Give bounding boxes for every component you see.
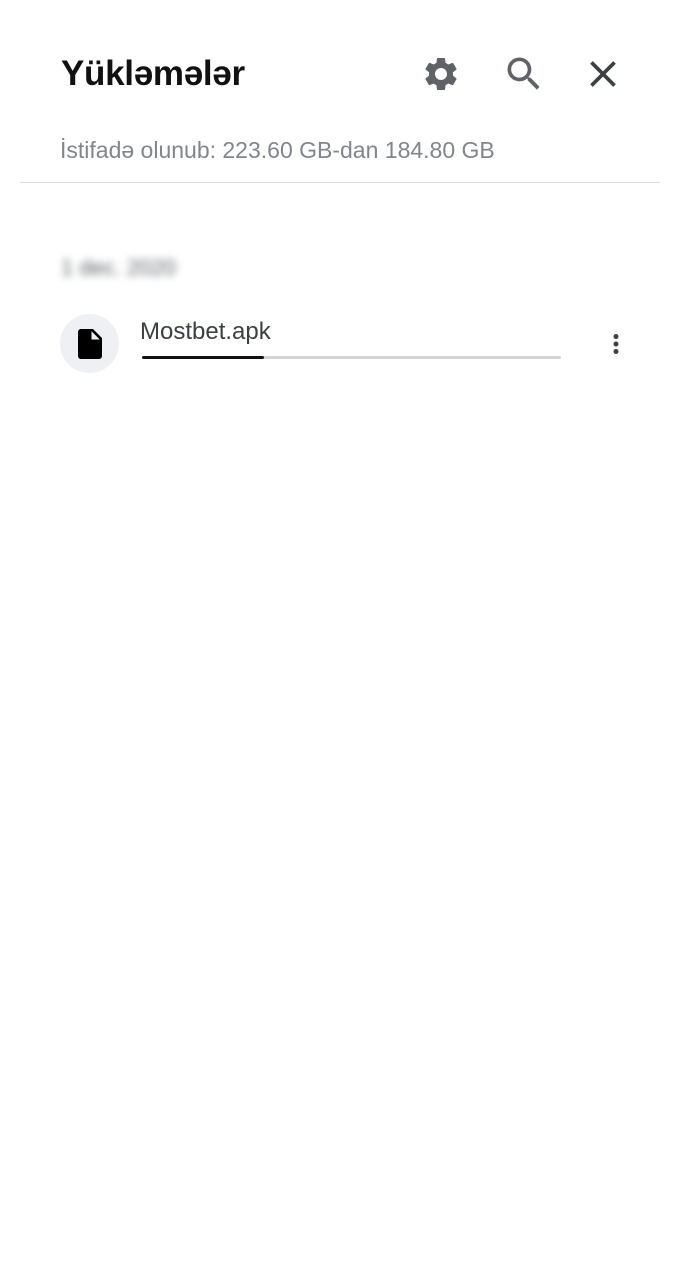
- search-button[interactable]: [498, 48, 550, 100]
- download-file-name: Mostbet.apk: [140, 318, 271, 345]
- page-title: Yükləmələr: [61, 54, 245, 93]
- gear-icon: [425, 57, 457, 90]
- settings-button[interactable]: [415, 48, 467, 100]
- storage-usage-text: İstifadə olunub: 223.60 GB-dan 184.80 GB: [60, 137, 495, 163]
- close-button[interactable]: [577, 48, 629, 100]
- download-progress-bar: [142, 356, 561, 359]
- download-item[interactable]: Mostbet.apk: [0, 300, 680, 390]
- more-options-button[interactable]: [596, 322, 636, 366]
- search-icon: [507, 57, 540, 90]
- file-avatar: [60, 314, 119, 373]
- more-vert-icon: [613, 334, 619, 354]
- close-icon: [590, 61, 616, 87]
- date-group-header: 1 dec. 2020: [61, 255, 176, 280]
- header-divider: [20, 182, 660, 183]
- file-icon: [77, 328, 102, 359]
- downloads-header: Yükləmələr: [0, 0, 680, 130]
- download-progress-fill: [142, 356, 264, 359]
